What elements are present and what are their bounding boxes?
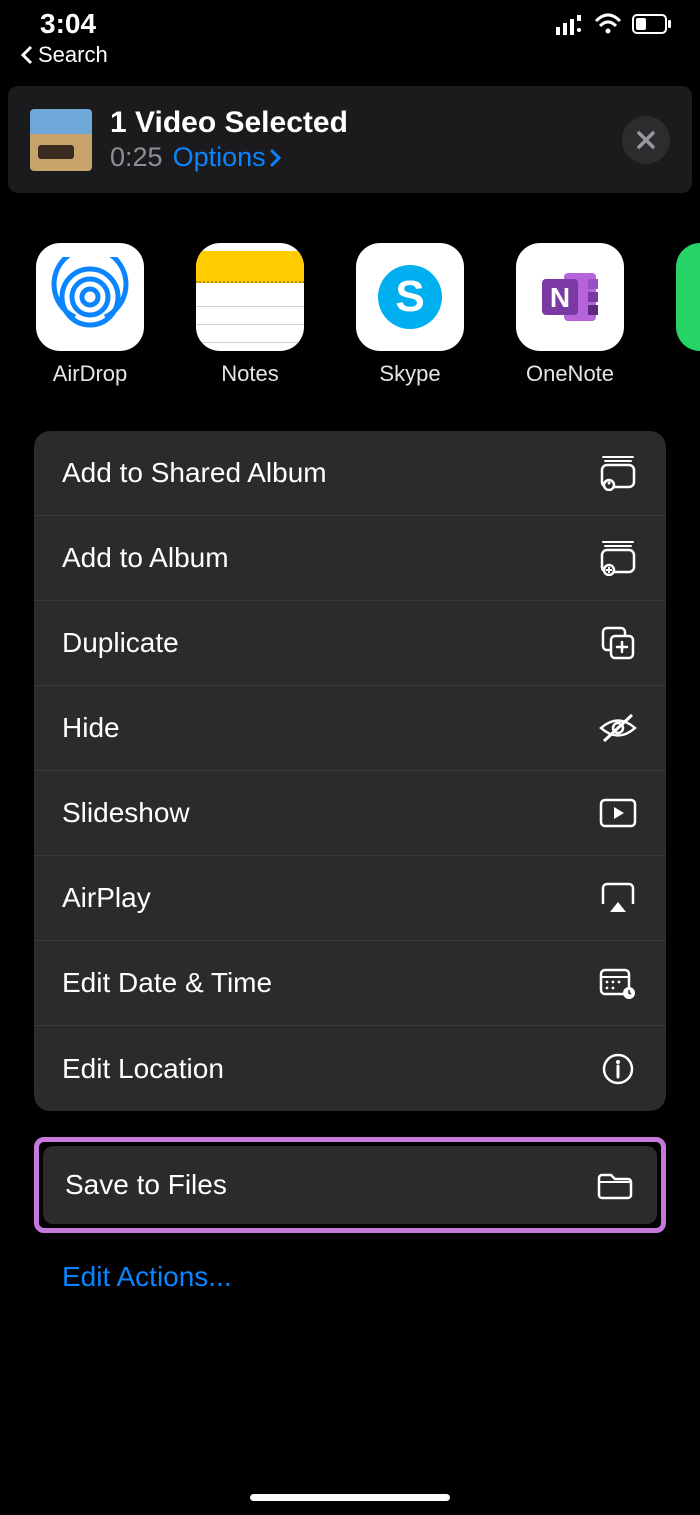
actions-list: Add to Shared Album Add to Album Duplica… xyxy=(34,431,666,1111)
app-label: Skype xyxy=(379,361,440,387)
action-label: Add to Shared Album xyxy=(62,457,327,489)
duplicate-icon xyxy=(598,625,638,661)
back-to-search[interactable]: Search xyxy=(0,40,700,78)
wifi-icon xyxy=(594,13,622,35)
action-duplicate[interactable]: Duplicate xyxy=(34,601,666,686)
airplay-icon xyxy=(598,882,638,914)
share-apps-row[interactable]: AirDrop Notes S Skype N OneNote Wh xyxy=(0,209,700,387)
share-app-skype[interactable]: S Skype xyxy=(354,243,466,387)
close-button[interactable] xyxy=(622,116,670,164)
action-save-to-files[interactable]: Save to Files xyxy=(43,1146,657,1224)
video-thumbnail[interactable] xyxy=(30,109,92,171)
status-bar: 3:04 xyxy=(0,0,700,40)
action-edit-date-time[interactable]: Edit Date & Time xyxy=(34,941,666,1026)
home-indicator[interactable] xyxy=(250,1494,450,1501)
action-label: Hide xyxy=(62,712,120,744)
folder-icon xyxy=(595,1170,635,1200)
shared-album-icon xyxy=(598,455,638,491)
action-label: Slideshow xyxy=(62,797,190,829)
add-album-icon xyxy=(598,540,638,576)
action-slideshow[interactable]: Slideshow xyxy=(34,771,666,856)
edit-actions-label: Edit Actions... xyxy=(62,1261,232,1292)
status-time: 3:04 xyxy=(40,8,96,40)
action-add-shared-album[interactable]: Add to Shared Album xyxy=(34,431,666,516)
chevron-right-icon xyxy=(270,148,282,168)
app-label: AirDrop xyxy=(53,361,128,387)
share-app-airdrop[interactable]: AirDrop xyxy=(34,243,146,387)
action-label: Edit Date & Time xyxy=(62,967,272,999)
notes-icon xyxy=(196,243,304,351)
action-label: AirPlay xyxy=(62,882,151,914)
battery-icon xyxy=(632,14,672,34)
slideshow-icon xyxy=(598,798,638,828)
share-app-onenote[interactable]: N OneNote xyxy=(514,243,626,387)
skype-icon: S xyxy=(356,243,464,351)
chevron-left-icon xyxy=(20,45,34,65)
share-app-notes[interactable]: Notes xyxy=(194,243,306,387)
action-add-album[interactable]: Add to Album xyxy=(34,516,666,601)
share-app-whatsapp[interactable]: Wh xyxy=(674,243,700,387)
airdrop-icon xyxy=(36,243,144,351)
whatsapp-icon xyxy=(676,243,700,351)
video-duration: 0:25 xyxy=(110,142,163,173)
save-to-files-highlight: Save to Files xyxy=(34,1137,666,1233)
svg-text:S: S xyxy=(395,272,424,321)
hide-icon xyxy=(598,713,638,743)
action-label: Add to Album xyxy=(62,542,229,574)
options-link[interactable]: Options xyxy=(173,142,282,173)
calendar-clock-icon xyxy=(598,966,638,1000)
action-hide[interactable]: Hide xyxy=(34,686,666,771)
location-info-icon xyxy=(598,1052,638,1086)
action-edit-location[interactable]: Edit Location xyxy=(34,1026,666,1111)
close-icon xyxy=(635,129,657,151)
share-title: 1 Video Selected xyxy=(110,106,348,140)
action-label: Save to Files xyxy=(65,1169,227,1201)
app-label: OneNote xyxy=(526,361,614,387)
cellular-icon xyxy=(556,13,584,35)
action-label: Edit Location xyxy=(62,1053,224,1085)
action-label: Duplicate xyxy=(62,627,179,659)
options-label: Options xyxy=(173,142,266,173)
share-header: 1 Video Selected 0:25 Options xyxy=(8,86,692,193)
status-indicators xyxy=(556,13,672,35)
action-airplay[interactable]: AirPlay xyxy=(34,856,666,941)
onenote-icon: N xyxy=(516,243,624,351)
edit-actions-link[interactable]: Edit Actions... xyxy=(0,1233,700,1293)
back-label: Search xyxy=(38,42,108,68)
svg-text:N: N xyxy=(550,282,570,313)
app-label: Notes xyxy=(221,361,278,387)
